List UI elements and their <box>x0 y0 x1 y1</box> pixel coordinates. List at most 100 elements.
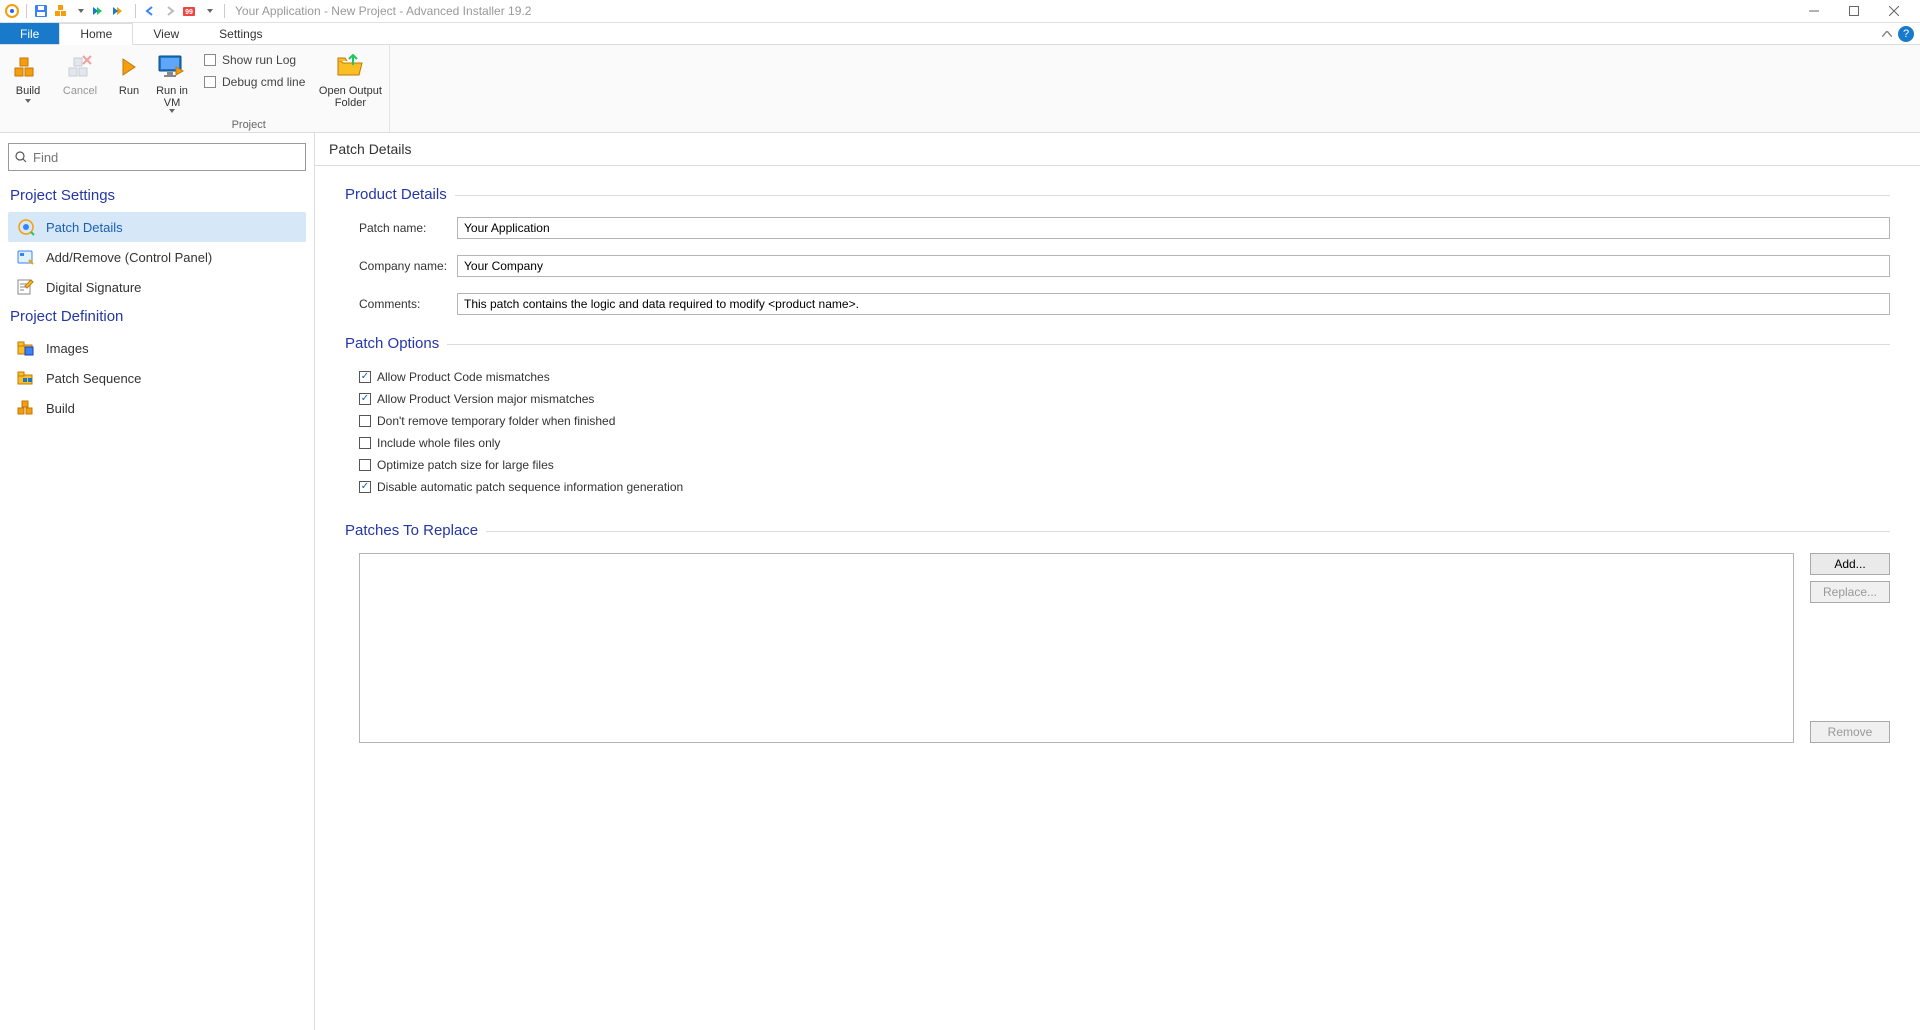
sidebar-item-label: Add/Remove (Control Panel) <box>46 250 212 265</box>
option-label: Optimize patch size for large files <box>377 458 554 472</box>
run-icon <box>113 51 145 83</box>
option-checkbox[interactable]: Optimize patch size for large files <box>359 454 1890 476</box>
search-icon <box>15 151 27 163</box>
replace-button: Replace... <box>1810 581 1890 603</box>
menubar: File Home View Settings ? <box>0 23 1920 45</box>
option-label: Don't remove temporary folder when finis… <box>377 414 615 428</box>
run-vm-icon[interactable] <box>113 3 129 19</box>
run-in-vm-button[interactable]: Run in VM <box>150 47 194 113</box>
content: Patch Details Product Details Patch name… <box>315 133 1920 1030</box>
cancel-icon <box>64 51 96 83</box>
dropdown-icon[interactable] <box>202 3 218 19</box>
sidebar-item-build[interactable]: Build <box>8 393 306 423</box>
sidebar-item-add-remove[interactable]: Add/Remove (Control Panel) <box>8 242 306 272</box>
checkbox-icon <box>359 437 371 449</box>
sidebar-header-settings: Project Settings <box>10 187 306 204</box>
option-checkbox[interactable]: Include whole files only <box>359 432 1890 454</box>
search-input[interactable] <box>33 150 299 165</box>
run-button[interactable]: Run <box>112 47 146 97</box>
updates-icon[interactable]: 99 <box>182 3 198 19</box>
save-icon[interactable] <box>33 3 49 19</box>
build-icon <box>12 51 44 83</box>
build-icon[interactable] <box>53 3 69 19</box>
debug-cmd-checkbox[interactable]: Debug cmd line <box>204 75 305 89</box>
label-company-name: Company name: <box>359 259 457 273</box>
back-icon[interactable] <box>142 3 158 19</box>
dropdown-icon[interactable] <box>73 3 89 19</box>
checkbox-icon <box>359 415 371 427</box>
tab-view[interactable]: View <box>133 23 199 44</box>
replace-area: Add... Replace... Remove <box>359 553 1890 743</box>
sidebar-item-label: Digital Signature <box>46 280 141 295</box>
options-list: Allow Product Code mismatchesAllow Produ… <box>359 366 1890 498</box>
svg-text:99: 99 <box>185 9 193 16</box>
help-icon[interactable]: ? <box>1898 26 1914 42</box>
show-run-log-checkbox[interactable]: Show run Log <box>204 53 305 67</box>
cancel-button: Cancel <box>56 47 104 97</box>
folder-open-icon <box>334 51 366 83</box>
build-label: Build <box>16 85 40 97</box>
quick-access-toolbar: 99 <box>4 3 227 19</box>
checkbox-icon <box>204 76 216 88</box>
sidebar-item-digital-signature[interactable]: Digital Signature <box>8 272 306 302</box>
build-button[interactable]: Build <box>4 47 52 103</box>
sidebar-item-images[interactable]: Images <box>8 333 306 363</box>
images-icon <box>16 339 36 357</box>
run-icon[interactable] <box>93 3 109 19</box>
input-patch-name[interactable] <box>457 217 1890 239</box>
debug-cmd-label: Debug cmd line <box>222 75 305 89</box>
monitor-icon <box>156 51 188 83</box>
section-patch-options: Patch Options <box>345 335 1890 352</box>
build-icon <box>16 399 36 417</box>
replace-listbox[interactable] <box>359 553 1794 743</box>
run-vm-label: Run in VM <box>150 85 194 109</box>
input-company-name[interactable] <box>457 255 1890 277</box>
option-checkbox[interactable]: Disable automatic patch sequence informa… <box>359 476 1890 498</box>
ribbon-options: Show run Log Debug cmd line <box>198 47 311 89</box>
sidebar-header-definition: Project Definition <box>10 308 306 325</box>
app-icon <box>4 3 20 19</box>
cancel-label: Cancel <box>63 85 97 97</box>
option-checkbox[interactable]: Don't remove temporary folder when finis… <box>359 410 1890 432</box>
label-comments: Comments: <box>359 297 457 311</box>
collapse-ribbon-icon[interactable] <box>1882 31 1892 37</box>
sidebar-item-label: Images <box>46 341 89 356</box>
run-label: Run <box>119 85 139 97</box>
close-button[interactable] <box>1880 1 1908 21</box>
control-panel-icon <box>16 248 36 266</box>
separator <box>26 4 27 18</box>
open-output-button[interactable]: Open Output Folder <box>315 47 385 109</box>
option-label: Disable automatic patch sequence informa… <box>377 480 683 494</box>
ribbon: Build Cancel Run <box>0 45 1920 133</box>
remove-button: Remove <box>1810 721 1890 743</box>
checkbox-icon <box>359 393 371 405</box>
minimize-button[interactable] <box>1800 1 1828 21</box>
add-button[interactable]: Add... <box>1810 553 1890 575</box>
open-output-label: Open Output Folder <box>315 85 385 109</box>
maximize-button[interactable] <box>1840 1 1868 21</box>
sidebar-item-patch-sequence[interactable]: Patch Sequence <box>8 363 306 393</box>
option-checkbox[interactable]: Allow Product Code mismatches <box>359 366 1890 388</box>
patch-details-icon <box>16 218 36 236</box>
forward-icon[interactable] <box>162 3 178 19</box>
window-title: Your Application - New Project - Advance… <box>235 4 531 18</box>
page-title: Patch Details <box>315 133 1920 166</box>
sidebar-item-label: Build <box>46 401 75 416</box>
tab-home[interactable]: Home <box>59 23 133 45</box>
separator <box>224 4 225 18</box>
option-checkbox[interactable]: Allow Product Version major mismatches <box>359 388 1890 410</box>
search-box[interactable] <box>8 143 306 171</box>
tab-file[interactable]: File <box>0 23 59 44</box>
row-patch-name: Patch name: <box>359 217 1890 239</box>
separator <box>135 4 136 18</box>
checkbox-icon <box>204 54 216 66</box>
show-run-log-label: Show run Log <box>222 53 296 67</box>
sequence-icon <box>16 369 36 387</box>
checkbox-icon <box>359 481 371 493</box>
sidebar-item-patch-details[interactable]: Patch Details <box>8 212 306 242</box>
tab-settings[interactable]: Settings <box>199 23 282 44</box>
label-patch-name: Patch name: <box>359 221 457 235</box>
input-comments[interactable] <box>457 293 1890 315</box>
checkbox-icon <box>359 371 371 383</box>
titlebar: 99 Your Application - New Project - Adva… <box>0 0 1920 23</box>
